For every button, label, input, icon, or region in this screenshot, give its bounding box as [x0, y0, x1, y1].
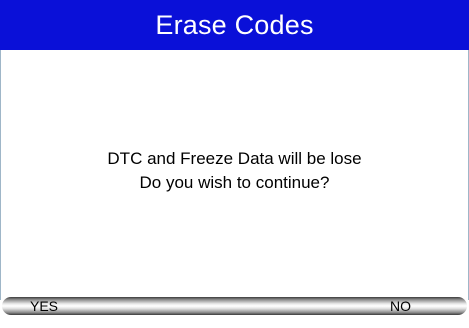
no-button[interactable]: NO [390, 297, 411, 315]
yes-button[interactable]: YES [30, 297, 58, 315]
button-bar: YES NO [2, 297, 467, 315]
message-line-1: DTC and Freeze Data will be lose [107, 149, 362, 168]
message-line-2: Do you wish to continue? [139, 173, 330, 192]
erase-codes-dialog: Erase Codes DTC and Freeze Data will be … [0, 0, 469, 328]
title-bar: Erase Codes [0, 0, 469, 50]
confirmation-message: DTC and Freeze Data will be lose Do you … [0, 147, 469, 195]
page-title: Erase Codes [155, 9, 314, 40]
